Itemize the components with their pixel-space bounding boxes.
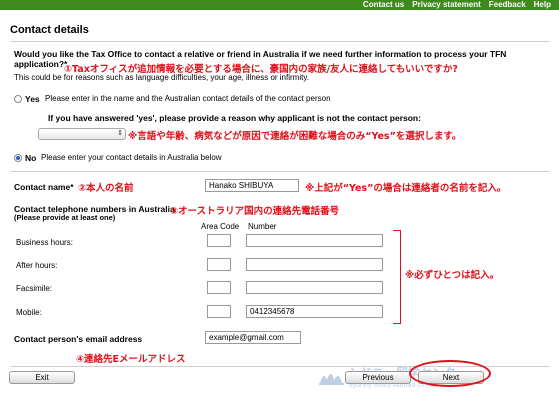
email-label: Contact person's email address [14,334,143,344]
fax-area-input[interactable] [207,281,231,294]
number-header: Number [248,222,277,231]
radio-yes[interactable] [14,95,22,103]
contact-name-input[interactable]: Hanako SHIBUYA [205,179,299,192]
title-divider [10,41,550,42]
radio-no[interactable] [14,154,22,162]
annotation-3: ③オーストラリア国内の連絡先電話番号 [170,206,340,217]
facsimile-label: Facsimile: [16,284,53,293]
business-area-input[interactable] [207,234,231,247]
select-arrows-icon: ⇕ [117,130,123,137]
page-title: Contact details [10,24,89,36]
mobile-number-input[interactable]: 0412345678 [246,305,383,318]
after-number-input[interactable] [246,258,383,271]
annotation-4: ④連絡先Eメールアドレス [76,354,186,365]
nav-help-link[interactable]: Help [534,0,551,10]
question-note: This could be for reasons such as langua… [14,73,309,82]
business-hours-label: Business hours: [16,238,73,247]
previous-button[interactable]: Previous [345,371,411,384]
contact-question-line1: Would you like the Tax Office to contact… [14,49,507,59]
email-input[interactable]: example@gmail.com [205,331,301,344]
radio-yes-label: Yes [25,94,40,104]
after-area-input[interactable] [207,258,231,271]
phones-subheading: (Please provide at least one) [14,213,116,222]
mobile-area-input[interactable] [207,305,231,318]
nav-feedback-link[interactable]: Feedback [489,0,526,10]
exit-button[interactable]: Exit [9,371,75,384]
reason-select[interactable]: ⇕ [38,128,126,140]
opera-house-icon [319,374,344,385]
phones-bracket [393,230,401,324]
radio-no-label: No [25,153,37,163]
nav-contact-us-link[interactable]: Contact us [363,0,404,10]
annotation-name: ※上記が“Yes”の場合は連絡者の名前を記入。 [305,183,507,194]
area-code-header: Area Code [201,222,240,231]
contact-question-line2: application?* [14,59,68,69]
annotation-2: ②本人の名前 [78,183,134,194]
fax-number-input[interactable] [246,281,383,294]
section-divider [10,171,550,172]
top-nav-links: Contact us Privacy statement Feedback He… [363,0,551,10]
next-highlight-circle [409,360,491,387]
contact-name-label: Contact name* [14,182,74,192]
after-hours-label: After hours: [16,261,58,270]
annotation-reason: ※言語や年齢、病気などが原因で連絡が困難な場合のみ“Yes”を選択します。 [128,131,462,142]
mobile-label: Mobile: [16,308,42,317]
annotation-phone: ※必ずひとつは記入。 [405,270,500,281]
nav-privacy-link[interactable]: Privacy statement [412,0,480,10]
business-number-input[interactable] [246,234,383,247]
radio-yes-description: Please enter in the name and the Austral… [45,94,331,103]
reason-label: If you have answered 'yes', please provi… [48,113,421,123]
radio-no-description: Please enter your contact details in Aus… [41,153,222,162]
